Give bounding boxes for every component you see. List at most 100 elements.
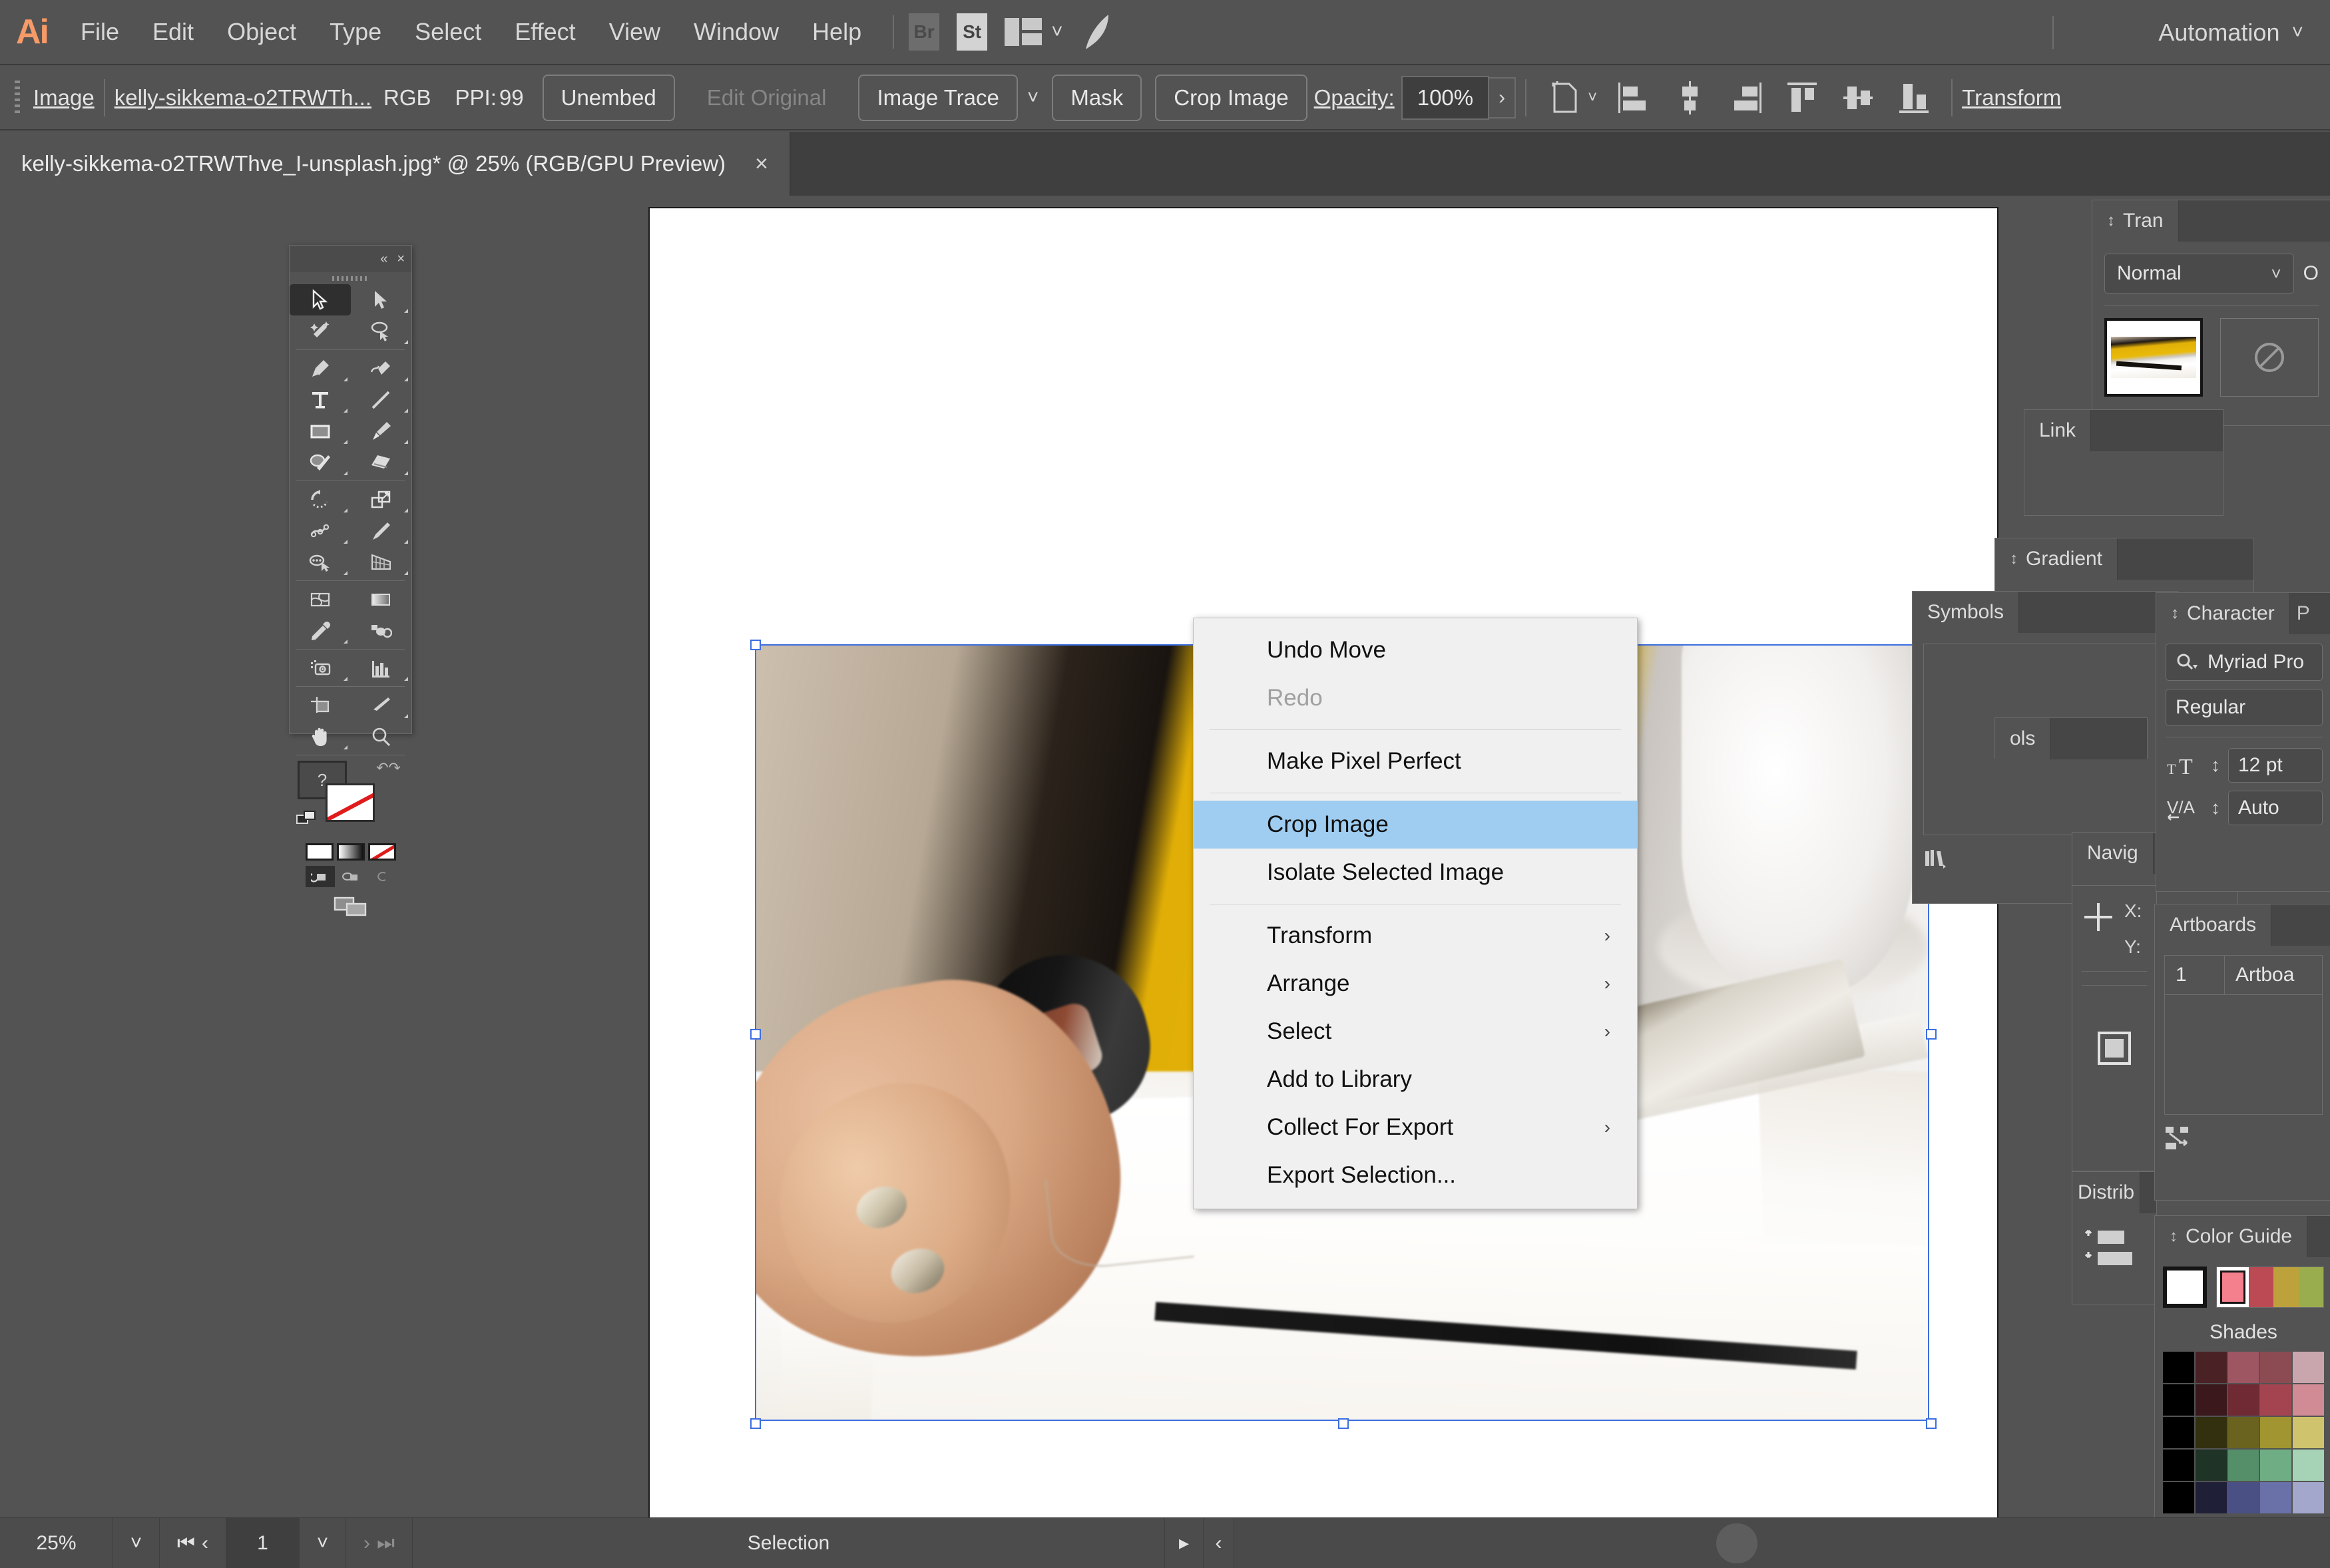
curvature-tool[interactable] [351,353,412,384]
menu-item-add-to-library[interactable]: Add to Library [1194,1056,1637,1103]
shade-swatch-1-0[interactable] [2163,1384,2194,1416]
image-trace-chevron-down-icon[interactable]: ˅ [1027,87,1039,109]
status-grip-icon[interactable]: ‹ [1204,1518,1234,1568]
tab-gradient-sibling[interactable] [2118,538,2253,580]
transparency-mask-thumbnail[interactable] [2220,318,2319,397]
last-artboard-icon[interactable]: ⏭ [377,1532,395,1555]
bridge-icon[interactable]: Br [909,13,939,51]
close-icon[interactable]: × [755,151,768,177]
adobe-stock-icon[interactable]: St [957,13,987,51]
font-size-input[interactable]: 12 pt [2228,748,2323,783]
symbol-libraries-icon[interactable] [1923,846,1949,869]
image-trace-button[interactable]: Image Trace [858,75,1017,121]
panel-menu-icon[interactable]: ↕ [2171,604,2179,623]
opacity-expand-icon[interactable]: › [1489,77,1516,118]
shape-builder-tool[interactable] [290,546,351,578]
shade-swatch-0-0[interactable] [2163,1352,2194,1383]
color-fill-button[interactable] [306,843,334,861]
width-tool[interactable] [290,515,351,546]
screen-mode-button[interactable] [290,894,411,919]
status-menu-icon[interactable]: ▸ [1165,1518,1204,1568]
font-style-select[interactable]: Regular [2166,689,2323,726]
menu-select[interactable]: Select [398,0,498,65]
shade-swatch-1-1[interactable] [2196,1384,2227,1416]
align-vertical-center-icon[interactable] [1839,79,1877,117]
workspace-switcher-icon[interactable] [1005,18,1042,46]
slice-tool[interactable] [351,689,412,721]
hand-tool[interactable] [290,721,351,752]
symbol-sprayer-tool[interactable] [290,652,351,684]
pen-tool[interactable] [290,353,351,384]
horizontal-scrollbar[interactable] [1234,1518,2330,1568]
type-tool[interactable] [290,384,351,415]
shade-swatch-4-1[interactable] [2196,1482,2227,1513]
tab-character[interactable]: ↕ Character [2156,593,2290,634]
first-artboard-icon[interactable]: ⏮ [177,1532,195,1555]
tab-gradient[interactable]: ↕ Gradient [1995,538,2118,580]
shade-swatch-3-2[interactable] [2228,1450,2259,1481]
harmony-swatch-2[interactable] [2273,1267,2299,1307]
discover-rocket-icon[interactable] [1083,13,1118,51]
transform-link[interactable]: Transform [1962,85,2061,110]
menu-edit[interactable]: Edit [136,0,210,65]
tab-artboards[interactable]: Artboards [2155,904,2271,946]
shade-swatch-2-1[interactable] [2196,1417,2227,1448]
control-file-name[interactable]: kelly-sikkema-o2TRWTh... [115,85,371,110]
shade-swatch-0-1[interactable] [2196,1352,2227,1383]
shade-swatch-0-2[interactable] [2228,1352,2259,1383]
shade-swatch-3-4[interactable] [2293,1450,2324,1481]
document-tab[interactable]: kelly-sikkema-o2TRWThve_I-unsplash.jpg* … [0,132,791,196]
align-left-icon[interactable] [1616,79,1653,117]
draw-normal-button[interactable] [306,866,335,887]
eyedropper-tool[interactable] [290,615,351,646]
shade-swatch-0-4[interactable] [2293,1352,2324,1383]
crop-image-button[interactable]: Crop Image [1155,75,1307,121]
default-fill-stroke-icon[interactable] [296,810,322,827]
artboard-nav-next-last[interactable]: › ⏭ [346,1518,413,1568]
menu-item-undo-move[interactable]: Undo Move [1194,626,1637,674]
shade-swatch-2-0[interactable] [2163,1417,2194,1448]
shade-swatch-2-3[interactable] [2260,1417,2291,1448]
transparency-thumbnail[interactable] [2104,318,2203,397]
zoom-tool[interactable] [351,721,412,752]
menu-item-collect-for-export[interactable]: Collect For Export › [1194,1103,1637,1151]
tab-tools[interactable]: ols [1995,718,2050,759]
shade-swatch-1-3[interactable] [2260,1384,2291,1416]
menu-object[interactable]: Object [210,0,313,65]
base-color-swatch[interactable] [2163,1267,2207,1308]
shade-swatch-4-2[interactable] [2228,1482,2259,1513]
reference-point-icon[interactable] [2079,898,2118,936]
menu-item-isolate-selected-image[interactable]: Isolate Selected Image [1194,849,1637,896]
draw-inside-button[interactable] [367,866,396,887]
magic-wand-tool[interactable] [290,315,351,347]
next-artboard-icon[interactable]: › [363,1532,370,1555]
tab-symbols[interactable]: Symbols [1913,592,2019,633]
distribute-vertical-icon[interactable] [2072,1213,2156,1278]
status-tool-label[interactable]: Selection [413,1518,1165,1568]
perspective-grid-tool[interactable] [351,546,412,578]
tab-links[interactable]: Link [2024,410,2091,451]
horizontal-scrollbar-thumb[interactable] [1716,1523,1757,1563]
opacity-input[interactable]: 100% [1401,76,1489,120]
menu-item-crop-image[interactable]: Crop Image [1194,801,1637,849]
swap-fill-stroke-icon[interactable]: ↶↷ [376,759,401,777]
automation-menu[interactable]: Automation ˅ [2158,0,2303,65]
menu-view[interactable]: View [592,0,677,65]
workspace-chevron-down-icon[interactable]: ˅ [1051,21,1063,43]
artboards-list[interactable] [2164,995,2323,1115]
artboard-chevron-down-icon[interactable]: ˅ [300,1518,346,1568]
shade-swatch-4-3[interactable] [2260,1482,2291,1513]
shade-swatch-0-3[interactable] [2260,1352,2291,1383]
harmony-swatch-1[interactable] [2249,1267,2274,1307]
eraser-tool[interactable] [351,447,412,478]
rectangle-tool[interactable] [290,415,351,447]
gradient-tool[interactable] [351,584,412,615]
scale-tool[interactable] [351,484,412,515]
menu-item-make-pixel-perfect[interactable]: Make Pixel Perfect [1194,737,1637,785]
control-bar-grip[interactable] [15,81,20,115]
artboard-nav-first-prev[interactable]: ⏮ ‹ [160,1518,226,1568]
shaper-tool[interactable] [290,447,351,478]
menu-effect[interactable]: Effect [498,0,592,65]
draw-behind-button[interactable] [336,866,365,887]
menu-window[interactable]: Window [677,0,796,65]
